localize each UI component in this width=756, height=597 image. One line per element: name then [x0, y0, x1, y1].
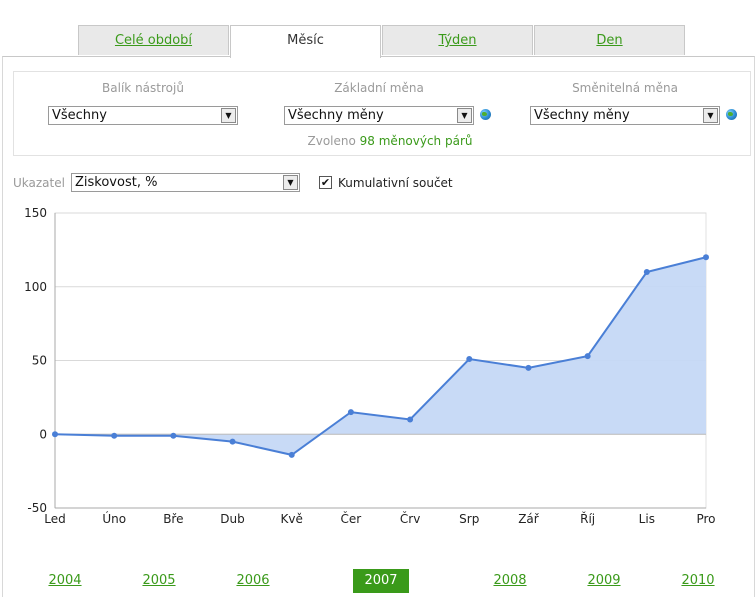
data-point [466, 356, 473, 363]
y-tick-label: 100 [24, 280, 47, 294]
year-2004[interactable]: 2004 [42, 569, 88, 593]
data-point [288, 451, 295, 458]
profitability-chart: -50050100150Led Úno Bře Dub Kvě Čer Črv Srp Zář Ř… [24, 206, 715, 526]
x-tick-label: Bře [163, 512, 183, 526]
x-tick-label: Led [44, 512, 65, 526]
x-tick-label: Čer [341, 511, 362, 526]
x-tick-label: Dub [220, 512, 244, 526]
data-point [347, 409, 354, 416]
data-point [52, 431, 58, 438]
x-tick-label: Kvě [281, 512, 303, 526]
data-point [170, 432, 177, 439]
year-2008[interactable]: 2008 [487, 569, 533, 593]
x-tick-label: Úno [102, 511, 126, 526]
data-point [229, 438, 236, 445]
x-tick-label: Srp [459, 512, 479, 526]
year-selector: 2004 2005 2006 2007 2008 2009 2010 [0, 569, 756, 593]
data-point [643, 269, 650, 275]
data-point [703, 254, 709, 261]
y-tick-label: 50 [32, 354, 47, 368]
data-point [584, 353, 591, 360]
x-tick-label: Říj [580, 511, 595, 526]
year-2009[interactable]: 2009 [581, 569, 627, 593]
x-tick-label: Zář [518, 512, 540, 526]
tab-month-label: Měsíc [287, 33, 324, 48]
tab-month[interactable]: Měsíc [230, 25, 381, 58]
x-tick-label: Črv [400, 511, 420, 526]
x-tick-label: Pro [696, 512, 715, 526]
y-tick-label: 0 [39, 427, 47, 441]
year-2010[interactable]: 2010 [675, 569, 721, 593]
y-tick-label: 150 [24, 206, 47, 220]
year-2007[interactable]: 2007 [353, 569, 409, 593]
year-2006[interactable]: 2006 [230, 569, 276, 593]
data-point [111, 432, 118, 439]
data-point [407, 416, 414, 423]
data-point [525, 364, 532, 371]
x-tick-label: Lis [639, 512, 655, 526]
year-2005[interactable]: 2005 [136, 569, 182, 593]
